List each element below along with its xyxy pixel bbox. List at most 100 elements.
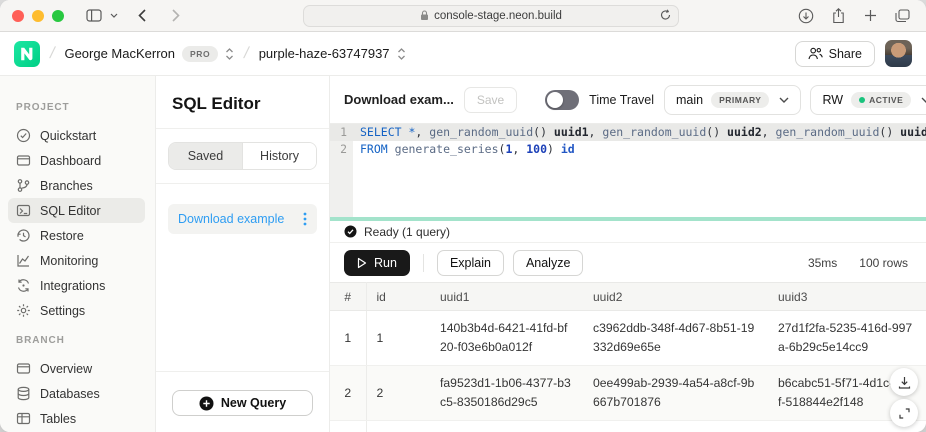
branch-select-value: main <box>676 93 703 107</box>
table-cell: c3962ddb-348f-4d67-8b51-19332d69e65e <box>583 311 768 366</box>
sidebar-item-label: Databases <box>40 387 100 401</box>
traffic-lights[interactable] <box>12 10 64 22</box>
row-index-cell: 2 <box>330 366 366 421</box>
sidebar-section-project: PROJECT <box>16 102 145 113</box>
sidebar-item-settings[interactable]: Settings <box>8 298 145 323</box>
primary-badge: PRIMARY <box>711 92 769 108</box>
run-button[interactable]: Run <box>344 250 410 276</box>
user-avatar[interactable] <box>885 40 912 67</box>
tab-overview-icon[interactable] <box>890 5 914 27</box>
sidebar-item-restore[interactable]: Restore <box>8 223 145 248</box>
download-results-button[interactable] <box>890 368 918 396</box>
sidebar-item-integrations[interactable]: Integrations <box>8 273 145 298</box>
close-window-button[interactable] <box>12 10 24 22</box>
table-row[interactable]: 11140b3b4d-6421-41fd-bf20-f03e6b0a012fc3… <box>330 311 926 366</box>
integrations-icon <box>16 278 31 293</box>
sidebar-item-databases[interactable]: Databases <box>8 381 145 406</box>
table-cell: 68ccbcca-7715-4266-b6c5-9f7a14ea6e5e <box>430 421 583 432</box>
analyze-button[interactable]: Analyze <box>513 250 583 276</box>
kebab-menu-icon[interactable] <box>303 212 307 226</box>
sidebar-item-overview[interactable]: Overview <box>8 356 145 381</box>
project-selector[interactable]: purple-haze-63747937 <box>259 46 406 61</box>
neon-logo[interactable] <box>14 41 40 67</box>
column-header: # <box>330 283 366 311</box>
minimize-window-button[interactable] <box>32 10 44 22</box>
tab-saved[interactable]: Saved <box>169 143 242 169</box>
column-header: id <box>366 283 430 311</box>
sql-editor-icon <box>16 203 31 218</box>
share-button[interactable]: Share <box>795 41 875 67</box>
people-icon <box>808 47 823 60</box>
sidebar-item-label: Restore <box>40 229 84 243</box>
back-icon[interactable] <box>130 5 154 27</box>
results-table: #iduuid1uuid2uuid3 11140b3b4d-6421-41fd-… <box>330 282 926 432</box>
editor-toolbar: Download exam... Save Time Travel main P… <box>330 76 926 124</box>
compute-select[interactable]: RW ACTIVE <box>810 85 926 115</box>
zoom-window-button[interactable] <box>52 10 64 22</box>
sidebar-item-quickstart[interactable]: Quickstart <box>8 123 145 148</box>
project-name: purple-haze-63747937 <box>259 46 390 61</box>
plan-badge: PRO <box>182 46 218 62</box>
sql-code-editor[interactable]: 1SELECT *, gen_random_uuid() uuid1, gen_… <box>330 124 926 217</box>
saved-queries-list: Download example <box>156 184 329 371</box>
status-dot <box>859 97 865 103</box>
sidebar-item-label: Monitoring <box>40 254 98 268</box>
plus-circle-icon <box>199 396 214 411</box>
sidebar-item-branches[interactable]: Branches <box>8 173 145 198</box>
downloads-icon[interactable] <box>794 5 818 27</box>
query-actions: Run Explain Analyze 35ms 100 rows <box>330 243 926 282</box>
query-duration: 35ms <box>808 256 837 270</box>
sidebar-item-monitoring[interactable]: Monitoring <box>8 248 145 273</box>
sidebar-item-tables[interactable]: Tables <box>8 406 145 431</box>
column-header: uuid2 <box>583 283 768 311</box>
selector-chevrons-icon <box>397 47 406 61</box>
row-count: 100 rows <box>859 256 908 270</box>
check-badge-icon <box>344 225 357 238</box>
share-page-icon[interactable] <box>826 5 850 27</box>
code-lines: 1SELECT *, gen_random_uuid() uuid1, gen_… <box>330 124 926 158</box>
code-line[interactable]: 2FROM generate_series(1, 100) id <box>330 141 926 158</box>
org-selector[interactable]: George MacKerron PRO <box>64 46 234 62</box>
branch-select[interactable]: main PRIMARY <box>664 85 801 115</box>
sidebar-toggle-icon[interactable] <box>82 5 106 27</box>
sidebar-item-label: Overview <box>40 362 92 376</box>
line-number: 1 <box>330 124 353 141</box>
table-icon <box>16 411 31 426</box>
table-cell: 3 <box>366 421 430 432</box>
history-icon <box>16 228 31 243</box>
share-button-label: Share <box>829 47 862 61</box>
saved-query-item[interactable]: Download example <box>168 204 317 234</box>
row-index-cell: 1 <box>330 311 366 366</box>
lock-icon <box>420 10 429 21</box>
browser-chrome: console-stage.neon.build <box>0 0 926 32</box>
table-row[interactable]: 22fa9523d1-1b06-4377-b3c5-8350186d29c50e… <box>330 366 926 421</box>
database-icon <box>16 386 31 401</box>
chevron-down-icon[interactable] <box>108 5 120 27</box>
sidebar-item-dashboard[interactable]: Dashboard <box>8 148 145 173</box>
reload-icon[interactable] <box>660 9 671 21</box>
explain-button[interactable]: Explain <box>437 250 504 276</box>
window-icon <box>16 153 31 168</box>
saved-query-label: Download example <box>178 212 284 226</box>
tab-history[interactable]: History <box>242 143 316 169</box>
chrome-actions <box>794 5 914 27</box>
save-button[interactable]: Save <box>464 87 517 113</box>
sidebar-item-label: Branches <box>40 179 93 193</box>
app-header: / George MacKerron PRO / purple-haze-637… <box>0 32 926 76</box>
forward-icon[interactable] <box>164 5 188 27</box>
new-tab-icon[interactable] <box>858 5 882 27</box>
sidebar-item-label: Integrations <box>40 279 105 293</box>
table-cell: c38f2ad9-de40-4266-a918-ae947c732ed0 <box>583 421 768 432</box>
code-line[interactable]: 1SELECT *, gen_random_uuid() uuid1, gen_… <box>330 124 926 141</box>
time-travel-toggle[interactable] <box>545 90 579 110</box>
download-icon <box>898 376 911 389</box>
chart-icon <box>16 253 31 268</box>
sidebar-item-sql-editor[interactable]: SQL Editor <box>8 198 145 223</box>
new-query-button[interactable]: New Query <box>172 390 313 416</box>
expand-results-button[interactable] <box>890 399 918 427</box>
table-cell: 27d1f2fa-5235-416d-997a-6b29c5e14cc9 <box>768 311 926 366</box>
active-badge: ACTIVE <box>851 92 911 108</box>
check-circle-icon <box>16 128 31 143</box>
address-bar[interactable]: console-stage.neon.build <box>303 5 679 27</box>
table-row[interactable]: 3368ccbcca-7715-4266-b6c5-9f7a14ea6e5ec3… <box>330 421 926 432</box>
